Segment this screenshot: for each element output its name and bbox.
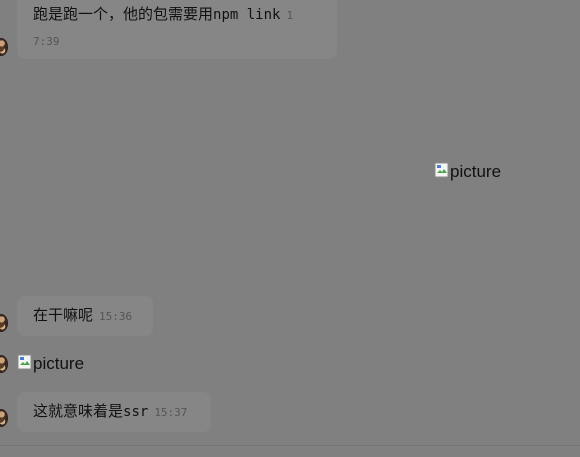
sender-avatar[interactable] <box>0 314 8 332</box>
message-bubble[interactable]: 跑是跑一个，他的包需要用npm link 1 7:39 <box>17 0 337 59</box>
input-divider <box>0 445 580 446</box>
chat-window: 跑是跑一个，他的包需要用npm link 1 7:39 picture 在干嘛呢 1… <box>0 0 580 457</box>
message-time: 1 <box>286 9 294 22</box>
message-text: 在干嘛呢 <box>33 306 94 324</box>
sender-avatar[interactable] <box>0 355 8 373</box>
inline-code: ssr <box>123 404 149 420</box>
message-time: 7:39 <box>33 35 60 48</box>
message-bubble[interactable]: 在干嘛呢 15:36 <box>17 296 153 336</box>
image-attachment[interactable]: picture <box>17 354 84 374</box>
message-text: 跑是跑一个，他的包需要用 <box>33 5 214 23</box>
image-alt-text: picture <box>450 162 502 181</box>
message-text: 这就意味着是 <box>33 402 124 420</box>
message-time: 15:36 <box>99 310 133 323</box>
broken-image-icon <box>434 162 449 178</box>
message-bubble[interactable]: 这就意味着是ssr 15:37 <box>17 392 211 432</box>
sender-avatar[interactable] <box>0 38 8 56</box>
image-alt-text: picture <box>33 354 85 373</box>
inline-code: npm link <box>213 7 281 23</box>
image-attachment[interactable]: picture <box>434 162 501 182</box>
broken-image-icon <box>17 354 32 370</box>
message-time: 15:37 <box>154 406 188 419</box>
sender-avatar[interactable] <box>0 409 8 427</box>
